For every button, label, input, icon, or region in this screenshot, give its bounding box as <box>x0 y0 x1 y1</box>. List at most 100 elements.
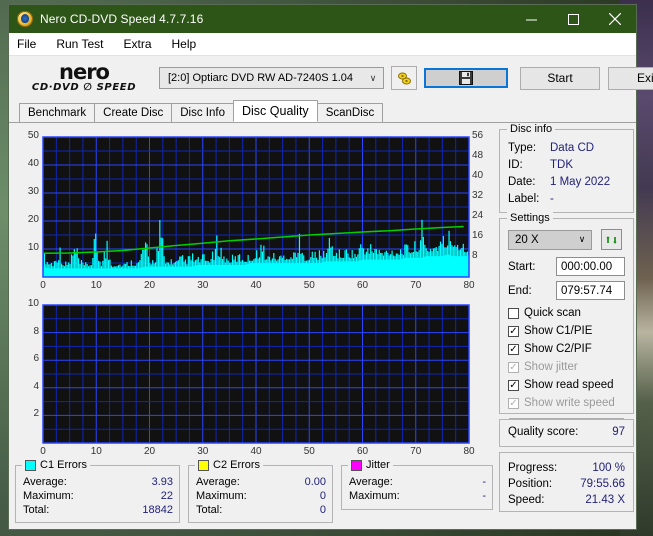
disc-type-value: Data CD <box>550 142 595 154</box>
start-button[interactable]: Start <box>520 66 600 90</box>
quality-score-row: Quality score: 97 <box>508 426 625 438</box>
position-label: Position: <box>508 478 553 490</box>
jitter-color-swatch <box>351 459 362 471</box>
tab-disc-info[interactable]: Disc Info <box>171 103 234 122</box>
y2-tick-label: 40 <box>472 170 484 181</box>
menu-item-run-test[interactable]: Run Test <box>56 37 103 51</box>
disc-label-value: - <box>550 193 554 205</box>
c1-maximum-label: Maximum: <box>23 490 74 502</box>
window-title: Nero CD-DVD Speed 4.7.7.16 <box>40 12 204 26</box>
c2-total-label: Total: <box>196 504 223 516</box>
progress-value: 100 % <box>592 462 625 474</box>
checkbox-show-c2-pif[interactable]: ✓ Show C2/PIF <box>508 341 625 358</box>
checkbox-show-write-speed: ✓ Show write speed <box>508 395 625 412</box>
position-value: 79:55.66 <box>580 478 625 490</box>
end-time-input[interactable]: 079:57.74 <box>556 281 625 300</box>
progress-label: Progress: <box>508 462 558 474</box>
c2-error-chart: 0 10 20 30 40 50 60 70 80 2 4 6 8 10 <box>15 297 493 461</box>
y2-tick-label: 8 <box>472 250 478 261</box>
x-tick-label: 60 <box>356 280 369 291</box>
disc-id-row: ID: TDK <box>508 157 625 174</box>
y2-tick-label: 48 <box>472 150 484 161</box>
speed-select[interactable]: 20 X ∨ <box>508 229 592 250</box>
maximize-button[interactable] <box>552 5 594 33</box>
disc-type-row: Type: Data CD <box>508 140 625 157</box>
checkbox-quick-scan[interactable]: Quick scan <box>508 305 625 322</box>
y2-tick-label: 56 <box>472 130 484 141</box>
disc-info-title: Disc info <box>507 123 556 135</box>
start-time-row: Start: 000:00.00 <box>508 257 625 276</box>
checkbox-box: ✓ <box>508 361 519 373</box>
menu-item-help[interactable]: Help <box>172 37 197 51</box>
jitter-average-row: Average: - <box>349 475 486 489</box>
tab-scandisc[interactable]: ScanDisc <box>316 103 384 122</box>
y2-tick-label: 24 <box>472 210 484 221</box>
chevron-down-icon: ∨ <box>578 234 586 244</box>
y-tick-label: 50 <box>27 130 39 141</box>
c2-errors-group: C2 Errors Average: 0.00 Maximum: 0 Total… <box>188 459 333 523</box>
checkbox-label: Show C2/PIF <box>524 343 592 355</box>
disc-id-label: ID: <box>508 159 523 171</box>
save-button[interactable] <box>424 68 508 88</box>
jitter-label: Jitter <box>366 459 390 471</box>
eject-disc-button[interactable] <box>391 66 417 90</box>
checkbox-label: Show C1/PIE <box>524 325 593 337</box>
drive-select[interactable]: [2:0] Optiarc DVD RW AD-7240S 1.04 ∨ <box>159 67 384 89</box>
tab-benchmark[interactable]: Benchmark <box>19 103 96 122</box>
y-tick-label: 2 <box>33 408 39 420</box>
y-tick-label: 10 <box>27 298 39 309</box>
start-time-input[interactable]: 000:00.00 <box>556 257 625 276</box>
start-time-label: Start: <box>508 260 536 273</box>
minimize-button[interactable] <box>510 5 552 33</box>
c1-chart-svg <box>42 136 470 278</box>
nero-logo: nero CD·DVD ∅ SPEED <box>23 60 145 94</box>
disc-date-row: Date: 1 May 2022 <box>508 174 625 191</box>
speed-value: 21.43 X <box>585 494 625 506</box>
c2-chart-svg <box>42 304 470 444</box>
speed-row: Speed: 21.43 X <box>508 492 625 508</box>
exit-button[interactable]: Exit <box>608 66 653 90</box>
tab-create-disc[interactable]: Create Disc <box>94 103 173 122</box>
c2-maximum-value: 0 <box>319 490 326 502</box>
x-tick-label: 80 <box>463 280 475 291</box>
x-tick-label: 40 <box>250 446 262 457</box>
menu-bar: File Run Test Extra Help <box>9 33 636 56</box>
checkbox-label: Show write speed <box>524 397 615 409</box>
x-tick-label: 30 <box>197 446 209 457</box>
x-tick-label: 20 <box>143 446 156 457</box>
disc-type-label: Type: <box>508 142 537 154</box>
x-tick-label: 0 <box>40 446 46 457</box>
logo-nero-text: nero <box>59 60 110 84</box>
c1-color-swatch <box>25 459 36 471</box>
progress-row: Progress: 100 % <box>508 460 625 476</box>
speed-label: Speed: <box>508 494 545 506</box>
speed-select-row: 20 X ∨ <box>508 229 625 250</box>
drive-select-value: [2:0] Optiarc DVD RW AD-7240S 1.04 <box>168 72 354 84</box>
jitter-title: Jitter <box>348 459 393 471</box>
tab-disc-quality[interactable]: Disc Quality <box>233 100 318 122</box>
checkbox-show-c1-pie[interactable]: ✓ Show C1/PIE <box>508 323 625 340</box>
disc-label-row: Label: - <box>508 191 625 208</box>
end-time-label: End: <box>508 284 532 297</box>
refresh-button[interactable] <box>601 229 622 250</box>
save-floppy-icon <box>459 71 473 85</box>
x-tick-label: 30 <box>197 280 209 291</box>
settings-panel: Settings 20 X ∨ Start: 000:00.00 End: 07… <box>499 212 634 438</box>
jitter-maximum-value: - <box>482 490 486 502</box>
checkbox-label: Show jitter <box>524 361 578 373</box>
close-button[interactable] <box>594 5 636 33</box>
checkbox-show-read-speed[interactable]: ✓ Show read speed <box>508 377 625 394</box>
chevron-down-icon: ∨ <box>369 72 377 83</box>
jitter-maximum-row: Maximum: - <box>349 489 486 503</box>
c1-average-row: Average: 3.93 <box>23 475 173 489</box>
x-tick-label: 50 <box>303 280 315 291</box>
content-area: 0 10 20 30 40 50 60 70 80 10 20 30 40 50 8 16 24 32 40 48 56… <box>9 123 636 529</box>
menu-item-file[interactable]: File <box>17 37 36 51</box>
x-tick-label: 70 <box>410 280 422 291</box>
checkbox-box <box>508 308 519 319</box>
menu-item-extra[interactable]: Extra <box>123 37 151 51</box>
checkbox-label: Show read speed <box>524 379 614 391</box>
disc-label-label: Label: <box>508 193 540 205</box>
x-tick-label: 40 <box>250 280 262 291</box>
checkbox-box: ✓ <box>508 343 519 355</box>
